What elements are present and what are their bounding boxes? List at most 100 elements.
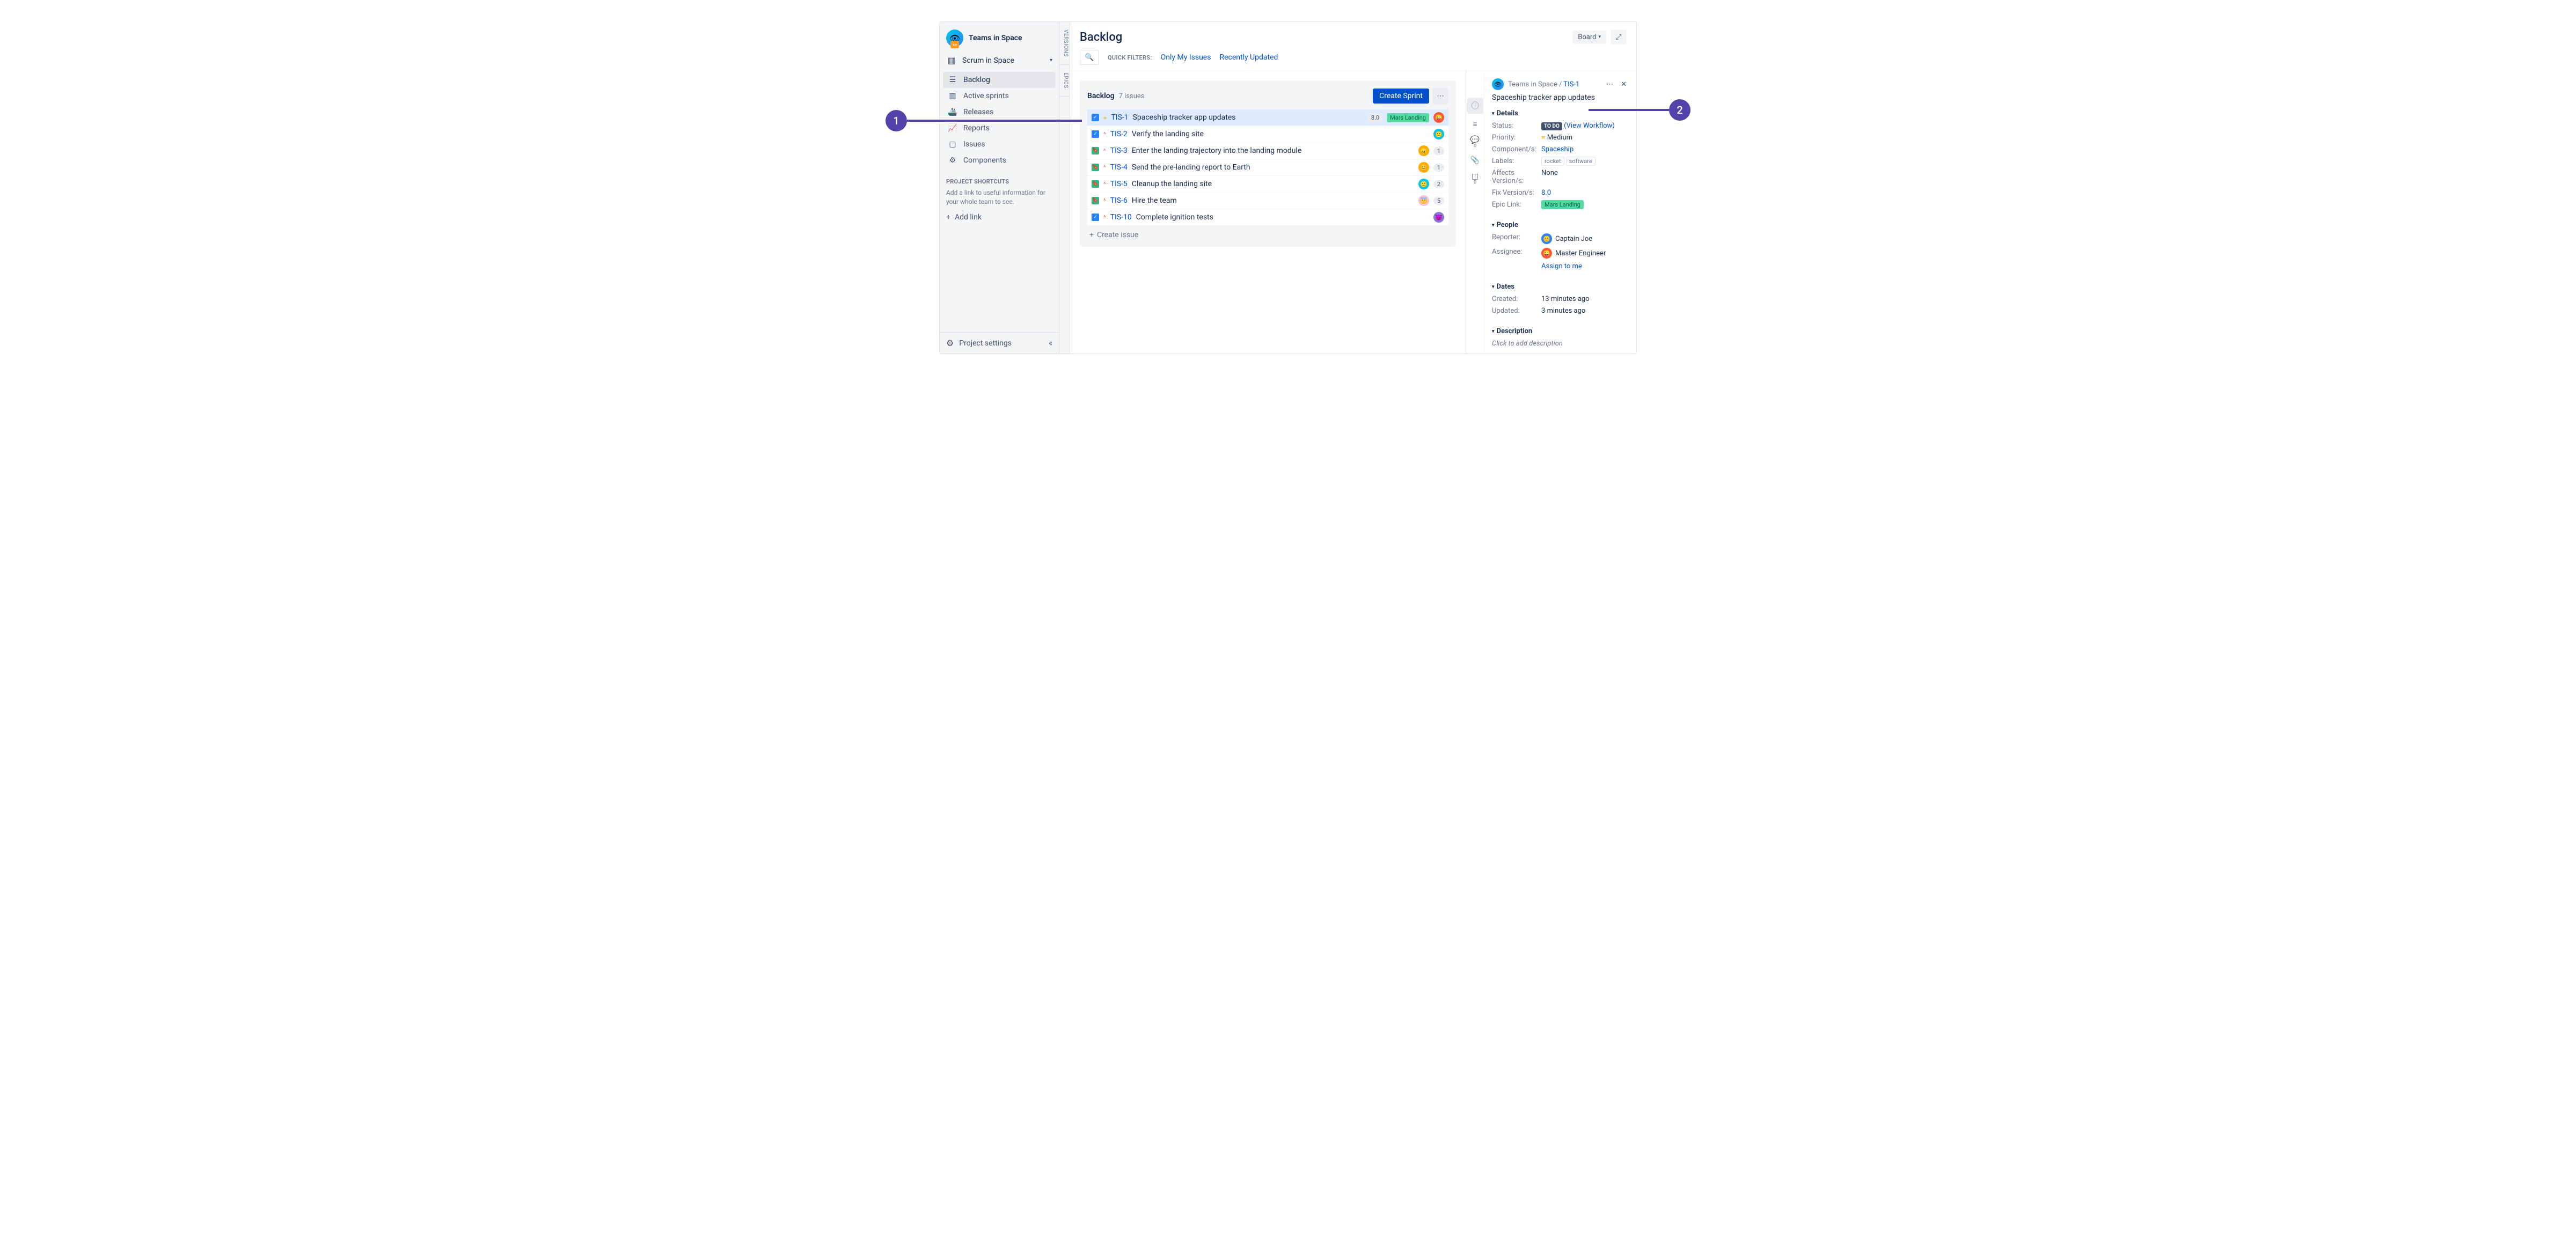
assignee-avatar: 😊: [1418, 162, 1429, 173]
board-selector[interactable]: ▥ Scrum in Space ▾: [940, 52, 1059, 70]
detail-tab-info[interactable]: ⓘ: [1467, 98, 1483, 114]
description-placeholder[interactable]: Click to add description: [1492, 340, 1629, 348]
assignee-avatar: 😇: [1418, 195, 1429, 206]
filter-recently-updated[interactable]: Recently Updated: [1219, 53, 1278, 62]
sidebar-item-backlog[interactable]: ☰ Backlog: [943, 72, 1056, 88]
detail-tab-attachments[interactable]: 📎: [1467, 152, 1483, 168]
task-type-icon: ✓: [1092, 214, 1099, 221]
epics-tab[interactable]: EPICS: [1059, 65, 1070, 97]
project-settings-link[interactable]: Project settings: [959, 339, 1043, 348]
assignee-avatar: 🙂: [1418, 179, 1429, 189]
backlog-issue-count: 7 issues: [1119, 92, 1373, 100]
more-actions-icon[interactable]: ⋯: [1604, 79, 1615, 90]
issue-key-link[interactable]: TIS-1: [1563, 80, 1579, 89]
sidebar-item-releases[interactable]: 🚢 Releases: [943, 104, 1056, 120]
main-content: Backlog Board▾ ⤢ 🔍 QUICK FILTERS: Only M…: [1070, 22, 1636, 354]
shortcuts-title: PROJECT SHORTCUTS: [946, 178, 1052, 185]
version-badge: 8.0: [1368, 113, 1382, 122]
attachment-icon: 📎: [1470, 156, 1480, 165]
issue-key: TIS-2: [1110, 130, 1128, 138]
affects-version-value[interactable]: None: [1541, 169, 1629, 185]
issue-key: TIS-4: [1110, 163, 1128, 172]
task-type-icon: ✓: [1092, 130, 1099, 138]
issue-row[interactable]: 🔖^TIS-6Hire the team😇5: [1087, 193, 1448, 209]
chevron-down-icon: ▾: [1492, 284, 1495, 290]
close-icon[interactable]: ✕: [1619, 79, 1629, 90]
status-badge[interactable]: TO DO: [1541, 122, 1562, 130]
text-icon: ≡: [1473, 120, 1477, 129]
priority-high-icon: ^: [1103, 148, 1106, 154]
settings-icon: ⚙: [946, 338, 954, 348]
filter-only-my-issues[interactable]: Only My Issues: [1161, 53, 1211, 62]
create-issue-button[interactable]: + Create issue: [1087, 225, 1448, 239]
board-dropdown[interactable]: Board▾: [1572, 31, 1606, 44]
priority-high-icon: ^: [1103, 214, 1106, 221]
priority-high-icon: ^: [1103, 131, 1106, 138]
sidebar-item-components[interactable]: ⚙ Components: [943, 152, 1056, 168]
assign-to-me-link[interactable]: Assign to me: [1541, 262, 1629, 270]
people-section-header[interactable]: ▾People: [1492, 221, 1629, 229]
description-section-header[interactable]: ▾Description: [1492, 327, 1629, 335]
issue-summary: Spaceship tracker app updates: [1133, 113, 1364, 122]
issue-key: TIS-10: [1110, 213, 1132, 222]
detail-tab-comments[interactable]: 💬0: [1467, 134, 1483, 150]
issue-title: Spaceship tracker app updates: [1492, 93, 1629, 102]
issue-row[interactable]: 🔖^TIS-5Cleanup the landing site🙂2: [1087, 176, 1448, 193]
fix-version--link[interactable]: 8.0: [1541, 189, 1629, 197]
updated-value: 3 minutes ago: [1541, 307, 1629, 315]
assignee-avatar: 😈: [1433, 212, 1444, 223]
story-type-icon: 🔖: [1092, 147, 1099, 154]
detail-tab-subtasks[interactable]: ◫0: [1467, 171, 1483, 187]
plus-icon: +: [1089, 231, 1094, 239]
collapse-sidebar-icon[interactable]: «: [1049, 339, 1052, 348]
board-icon: ▥: [946, 55, 957, 65]
assignee-value[interactable]: 😜Master Engineer: [1541, 248, 1629, 259]
issue-row[interactable]: ✓=TIS-1Spaceship tracker app updates8.0M…: [1087, 109, 1448, 126]
annotation-2: 2: [1669, 99, 1690, 121]
backlog-more-button[interactable]: ⋯: [1432, 88, 1448, 104]
chevron-down-icon: ▾: [1492, 111, 1495, 116]
issue-row[interactable]: 🔖^TIS-4Send the pre-landing report to Ea…: [1087, 159, 1448, 176]
issue-key: TIS-3: [1110, 146, 1128, 155]
dates-section-header[interactable]: ▾Dates: [1492, 283, 1629, 291]
sidebar-item-reports[interactable]: 📈 Reports: [943, 120, 1056, 136]
sidebar: <> Teams in Space ▥ Scrum in Space ▾ ☰ B…: [940, 22, 1059, 354]
issue-row[interactable]: ✓^TIS-2Verify the landing site🙂: [1087, 126, 1448, 143]
story-type-icon: 🔖: [1092, 164, 1099, 171]
epic-badge: Mars Landing: [1387, 113, 1429, 122]
shortcuts-section: PROJECT SHORTCUTS Add a link to useful i…: [940, 171, 1059, 229]
priority-value[interactable]: = Medium: [1541, 134, 1629, 142]
issue-row[interactable]: ✓ ^ TIS-10 Complete ignition tests 😈: [1087, 209, 1448, 225]
search-button[interactable]: 🔍: [1080, 50, 1099, 65]
estimate-badge: 1: [1433, 147, 1444, 155]
issue-row[interactable]: 🔖^TIS-3Enter the landing trajectory into…: [1087, 143, 1448, 159]
expand-button[interactable]: ⤢: [1611, 30, 1627, 45]
releases-icon: 🚢: [947, 108, 958, 116]
task-type-icon: ✓: [1092, 114, 1099, 121]
sidebar-item-issues[interactable]: ▢ Issues: [943, 136, 1056, 152]
assignee-avatar: 😜: [1433, 112, 1444, 123]
create-sprint-button[interactable]: Create Sprint: [1373, 89, 1429, 104]
issue-summary: Complete ignition tests: [1136, 213, 1429, 222]
add-link-button[interactable]: + Add link: [946, 213, 1052, 222]
reports-icon: 📈: [947, 124, 958, 133]
assignee-avatar: 🙂: [1433, 129, 1444, 139]
chevron-down-icon: ▾: [1492, 329, 1495, 334]
info-icon: ⓘ: [1472, 100, 1479, 111]
project-header[interactable]: <> Teams in Space: [940, 22, 1059, 52]
sidebar-item-active-sprints[interactable]: ▥ Active sprints: [943, 88, 1056, 104]
backlog-card: Backlog 7 issues Create Sprint ⋯ ✓=TIS-1…: [1080, 80, 1456, 247]
plus-icon: +: [946, 213, 950, 222]
epic-link-badge[interactable]: Mars Landing: [1541, 200, 1584, 209]
reporter-value[interactable]: 😊Captain Joe: [1541, 233, 1629, 244]
versions-tab[interactable]: VERSIONS: [1059, 22, 1070, 65]
backlog-icon: ☰: [947, 76, 958, 84]
estimate-badge: 1: [1433, 164, 1444, 172]
issues-icon: ▢: [947, 140, 958, 149]
component-link[interactable]: Spaceship: [1541, 145, 1629, 153]
detail-tab-description[interactable]: ≡: [1467, 116, 1483, 132]
view-workflow-link[interactable]: (View Workflow): [1564, 122, 1615, 130]
assignee-avatar: 😠: [1418, 145, 1429, 156]
search-icon: 🔍: [1085, 54, 1094, 62]
labels-value[interactable]: rocketsoftware: [1541, 157, 1629, 165]
